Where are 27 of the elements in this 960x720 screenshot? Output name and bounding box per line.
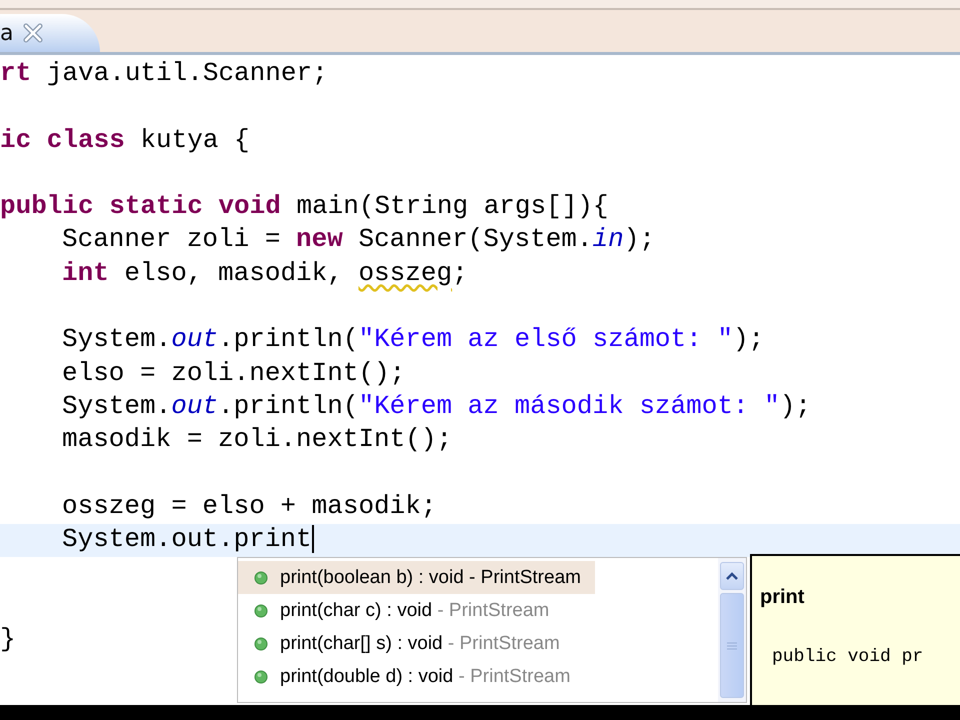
code-line: System.out.println("Kérem az második számot: "); <box>61 390 811 423</box>
code-line: masodik = zoli.nextInt(); <box>61 424 452 456</box>
code-line: } <box>0 624 16 656</box>
completion-item[interactable]: print(char[] s) : void - PrintStream <box>238 627 574 660</box>
code-line: Scanner zoli = new Scanner(System.in); <box>61 224 655 256</box>
code-line: int elso, masodik, osszeg; <box>61 258 468 290</box>
doc-signature: public void pr <box>771 647 924 667</box>
code-line: public static void main(String args[]){ <box>0 191 609 224</box>
doc-title: print <box>760 586 806 609</box>
code-line: osszeg = elso + masodik; <box>61 490 436 523</box>
code-line: ic class kutya { <box>0 124 250 157</box>
code-line: elso = zoli.nextInt(); <box>61 358 406 390</box>
code-line: rt java.util.Scanner; <box>0 58 328 90</box>
code-line: System.out.println("Kérem az első számot: "); <box>61 324 764 356</box>
close-icon[interactable] <box>23 23 44 43</box>
scrollbar[interactable] <box>718 558 746 702</box>
scroll-up-button[interactable] <box>720 562 744 590</box>
completion-item[interactable]: print(char c) : void - PrintStream <box>238 594 564 627</box>
editor-tab[interactable]: a <box>0 14 100 52</box>
method-icon <box>254 604 268 618</box>
caret-icon <box>725 571 739 581</box>
method-icon <box>254 570 268 584</box>
method-icon <box>254 670 268 684</box>
completion-item[interactable]: print(boolean b) : void - PrintStream <box>238 561 595 594</box>
completion-item[interactable]: print(double d) : void - PrintStream <box>238 660 584 693</box>
method-icon <box>254 636 268 650</box>
scrollbar-thumb[interactable] <box>720 593 744 698</box>
